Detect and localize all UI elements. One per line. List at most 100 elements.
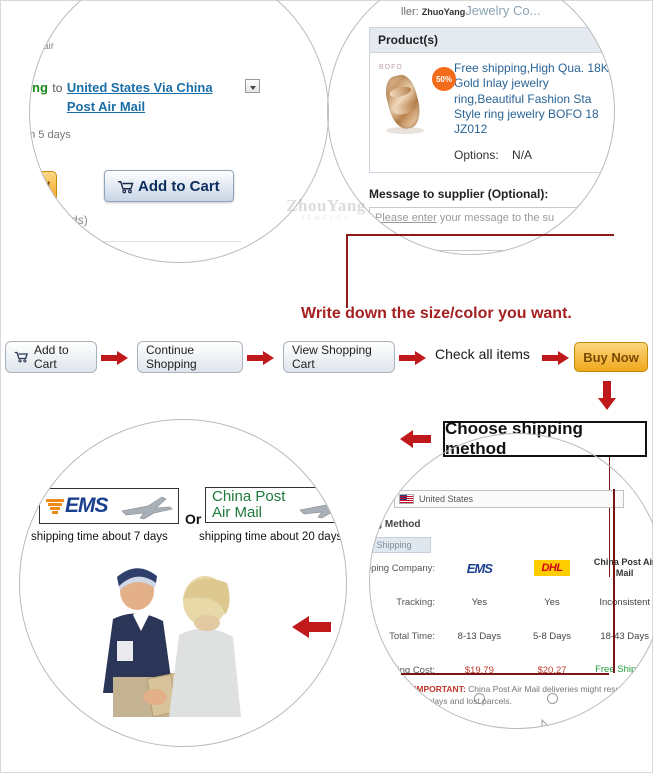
important-prefix: IMPORTANT:	[414, 684, 466, 694]
airplane-icon	[118, 493, 174, 521]
row-label: Total Time:	[389, 630, 435, 642]
table-row: pping Company: EMS DHL China Post Air Ma…	[369, 551, 653, 585]
carrier-logo-dhl: DHL	[516, 560, 589, 576]
brand-mark: BOFO	[379, 64, 403, 71]
free-shipping-label: hipping	[29, 80, 48, 95]
bottom-left-magnifier-content: EMS Or China Post Air Mail shipping time…	[19, 419, 347, 747]
row-label: pping Company:	[369, 562, 435, 574]
arrow-left-icon	[291, 615, 331, 639]
shopping-cart-icon	[14, 351, 29, 363]
time-ems: 8-13 Days	[457, 630, 501, 642]
protection-value: It's FREE	[69, 250, 111, 261]
ems-shipping-time-caption: shipping time about 7 days	[31, 531, 168, 543]
flow-add-to-cart-button[interactable]: Add to Cart	[5, 341, 97, 373]
important-notice: IMPORTANT: China Post Air Mail deliverie…	[395, 683, 627, 708]
product-thumbnail[interactable]: BOFO 50%	[376, 61, 456, 139]
china-post-logo: China Post Air Mail	[593, 557, 653, 578]
table-row: Total Time: 8-13 Days 5-8 Days 18-43 Day…	[369, 619, 653, 653]
flow-view-label: View Shopping Cart	[292, 343, 372, 371]
bracket-vertical	[346, 234, 348, 308]
wishlist-count: (0 Adds)	[43, 213, 88, 227]
china-post-line1: China Post	[212, 488, 286, 506]
flow-add-label: Add to Cart	[34, 343, 69, 371]
ems-logo-text: EMS	[65, 494, 109, 517]
table-right-border	[613, 489, 615, 673]
flow-arrow-icon	[542, 350, 570, 366]
caption-write-size-color: Write down the size/color you want.	[301, 305, 572, 322]
shipping-method-heading: ping Method	[369, 519, 421, 530]
us-flag-icon	[399, 494, 414, 504]
flow-view-shopping-cart-button[interactable]: View Shopping Cart	[283, 341, 395, 373]
bracket-horizontal	[346, 234, 614, 236]
options-label: Options:	[454, 147, 499, 162]
country-label: United States	[419, 494, 474, 504]
china-post-logo-text: China Post Air Mail	[212, 489, 285, 521]
ems-logo: EMS	[466, 560, 493, 576]
dispatch-note: t within 5 days	[29, 129, 71, 141]
arrow-down-icon	[597, 381, 617, 411]
ems-stripes-icon	[46, 497, 64, 515]
airplane-icon	[296, 492, 347, 520]
china-post-line2: Air Mail	[212, 504, 263, 521]
table-row: Tracking: Yes Yes Inconsistent	[369, 585, 653, 619]
products-panel: Product(s) BOFO 50% Free shipping,High Q…	[369, 27, 615, 173]
carrier-logo-ems: EMS	[443, 561, 516, 576]
product-title[interactable]: Free shipping,High Qua. 18K Gold Inlay j…	[454, 61, 610, 138]
placeholder-rest: your message to the su	[436, 212, 555, 224]
row-label: Tracking:	[396, 596, 435, 608]
buy-now-button[interactable]: y Now	[29, 171, 57, 201]
discount-badge: 50%	[432, 67, 456, 91]
placeholder-underlined: Please enter	[375, 212, 437, 224]
tracking-china-post: Inconsistent	[599, 596, 651, 608]
lightbulb-icon	[395, 684, 409, 698]
wishlist-label: sh List	[29, 213, 40, 227]
country-selector[interactable]: United States	[394, 490, 624, 508]
mouse-cursor-icon	[541, 718, 553, 729]
air-text: air	[43, 41, 55, 52]
tracking-ems: Yes	[471, 596, 488, 608]
tracking-dhl: Yes	[544, 596, 560, 608]
message-to-supplier-input[interactable]: Please enter your message to the su	[369, 207, 615, 251]
flow-buy-label: Buy Now	[583, 349, 639, 365]
wishlist-row[interactable]: sh List (0 Adds)	[29, 213, 88, 227]
seller-line: ller: ZhuoYangJewelry Co...	[401, 3, 540, 18]
time-dhl: 5-8 Days	[533, 630, 572, 642]
flow-arrow-icon	[101, 350, 129, 366]
bottom-right-magnifier-content: United States ping Method Shipping pping…	[369, 433, 653, 729]
seller-name: ZhuoYang	[421, 7, 466, 17]
flow-arrow-icon	[247, 350, 275, 366]
flow-arrow-icon	[399, 350, 427, 366]
china-post-shipping-time-caption: shipping time about 20 days	[199, 531, 343, 543]
top-left-magnifier-content: air hipping to United States Via China P…	[29, 0, 329, 263]
or-label: Or	[185, 511, 202, 527]
purchase-flow-row: Add to Cart Continue Shopping View Shopp…	[1, 341, 653, 385]
product-options-row: Options: N/A	[454, 148, 610, 162]
ems-option-box[interactable]: EMS	[39, 488, 179, 524]
dhl-logo: DHL	[534, 560, 570, 576]
add-to-cart-button[interactable]: Add to Cart	[104, 170, 234, 202]
flow-check-all-items-label: Check all items	[435, 346, 530, 362]
china-post-option-box[interactable]: China Post Air Mail	[205, 487, 347, 523]
top-right-magnifier-content: ller: ZhuoYangJewelry Co... Product(s) B…	[327, 0, 615, 255]
gold-ring-image	[381, 72, 425, 132]
table-underline	[401, 673, 609, 675]
flow-continue-shopping-button[interactable]: Continue Shopping	[137, 341, 243, 373]
time-china-post: 18-43 Days	[600, 630, 649, 642]
add-to-cart-label: Add to Cart	[138, 177, 220, 195]
message-to-supplier-label: Message to supplier (Optional):	[369, 187, 549, 201]
seller-suffix: Jewelry Co...	[465, 3, 541, 18]
seller-prefix: ller:	[401, 6, 419, 18]
divider	[29, 241, 241, 242]
carrier-logo-china-post: China Post Air Mail	[588, 557, 653, 579]
important-notice-text: IMPORTANT: China Post Air Mail deliverie…	[414, 683, 627, 708]
shopping-cart-icon	[117, 180, 134, 194]
delivery-photo	[97, 557, 249, 718]
shipping-destination-link[interactable]: United States Via China Post Air Mail	[67, 79, 242, 117]
products-header: Product(s)	[370, 28, 615, 53]
chevron-down-icon[interactable]	[244, 79, 260, 93]
table-row: Shipping Cost: $19.79 $20.27 Free Shippi…	[369, 653, 653, 687]
options-value: N/A	[512, 147, 533, 162]
flow-buy-now-button[interactable]: Buy Now	[574, 342, 648, 372]
shipping-destination-row: hipping to United States Via China Post …	[29, 79, 281, 117]
shipping-to-label: to	[52, 81, 63, 95]
